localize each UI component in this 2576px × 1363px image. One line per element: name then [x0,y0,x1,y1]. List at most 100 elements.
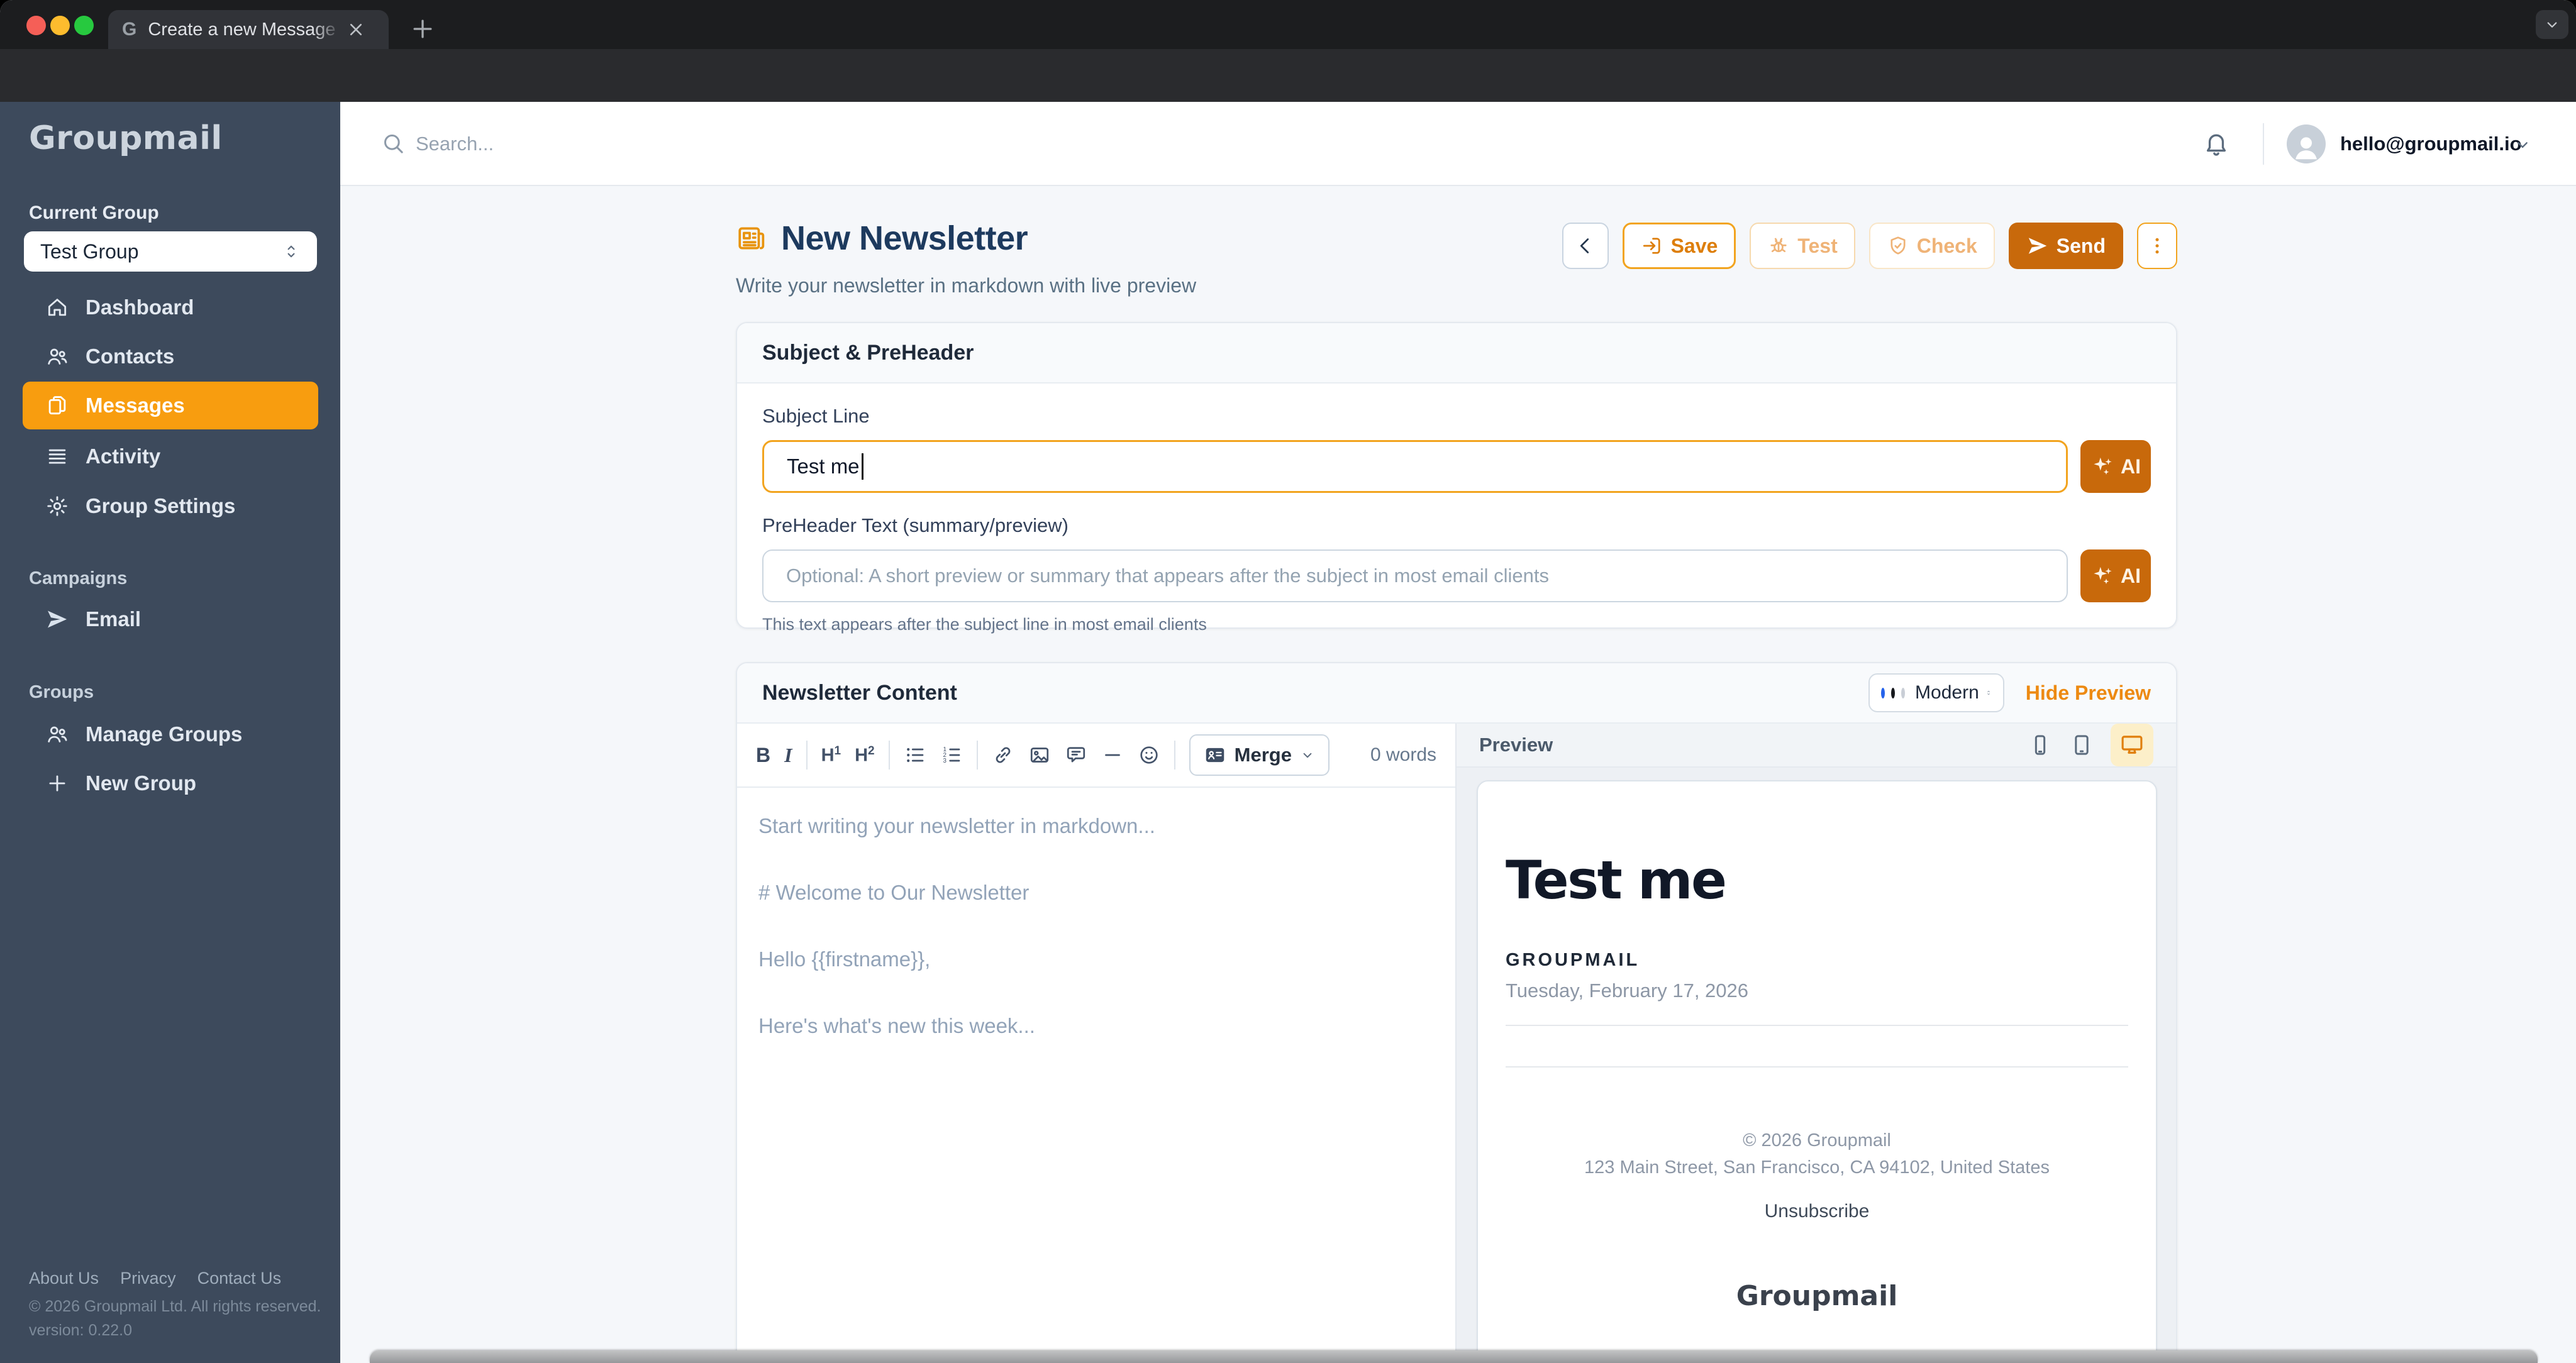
macos-zoom-button[interactable] [74,16,94,35]
bell-icon[interactable] [2202,130,2230,157]
sidebar-item-manage-groups[interactable]: Manage Groups [23,710,318,758]
emoji-icon[interactable] [1138,744,1160,766]
editor-placeholder-line: Start writing your newsletter in markdow… [758,814,1155,837]
privacy-link[interactable]: Privacy [120,1269,176,1288]
sparkles-icon [2090,455,2114,478]
search-input[interactable] [414,123,1169,165]
chevron-down-icon [2543,15,2562,34]
editor-placeholder-line: Here's what's new this week... [758,1014,1035,1037]
browser-tabstrip: G Create a new Message | Groupmail [0,0,2576,49]
editor-toolbar: B I H1 H2 Merge 0 words [737,724,1455,788]
markdown-editor[interactable]: Start writing your newsletter in markdow… [737,788,1455,1362]
account-email[interactable]: hello@groupmail.io [2340,102,2522,186]
desktop-preview-button[interactable] [2111,724,2153,766]
group-select[interactable]: Test Group [24,231,317,272]
preview-heading: Test me [1506,849,1727,911]
subject-card-header: Subject & PreHeader [737,323,2176,384]
topbar-divider [2263,123,2264,165]
app-logo[interactable]: Groupmail [29,119,223,157]
monitor-icon [2119,732,2145,758]
person-icon [2289,130,2323,163]
sidebar-item-label: Activity [86,444,161,468]
ai-button-label: AI [2121,564,2141,587]
editor-column: B I H1 H2 Merge 0 words Start writing yo… [737,724,1455,1362]
save-button[interactable]: Save [1622,223,1736,269]
newsletter-content-card: Newsletter Content Modern Hide Preview B… [736,662,2177,1363]
sidebar-item-label: New Group [86,771,197,795]
phone-preview-icon[interactable] [2028,732,2053,758]
hide-preview-link[interactable]: Hide Preview [2026,682,2151,705]
sidebar-item-contacts[interactable]: Contacts [23,333,318,380]
heading1-button[interactable]: H1 [821,744,841,766]
shield-check-icon [1887,235,1909,257]
horizontal-rule-icon[interactable] [1101,744,1124,766]
users-icon [45,345,69,368]
save-icon [1641,235,1663,257]
editor-placeholder-line: # Welcome to Our Newsletter [758,881,1030,904]
sidebar-item-label: Dashboard [86,295,194,319]
tablet-preview-icon[interactable] [2069,732,2094,758]
preview-footer-logo: Groupmail [1736,1280,1898,1312]
tab-close-icon[interactable] [345,19,367,40]
preheader-input[interactable] [762,549,2068,602]
sidebar-item-group-settings[interactable]: Group Settings [23,482,318,530]
italic-button[interactable]: I [784,744,792,767]
unsubscribe-link[interactable]: Unsubscribe [1506,1201,2128,1222]
subject-ai-button[interactable]: AI [2080,440,2151,493]
avatar[interactable] [2287,124,2326,163]
toolbar-divider [1174,741,1175,770]
more-actions-button[interactable] [2137,223,2177,269]
preview-footer-address: 123 Main Street, San Francisco, CA 94102… [1584,1157,2050,1178]
bug-icon [1767,235,1790,257]
preview-divider [1506,1025,2128,1026]
preview-date: Tuesday, February 17, 2026 [1506,979,1749,1002]
sidebar-item-email[interactable]: Email [23,595,318,643]
sidebar-item-label: Email [86,607,142,631]
sidebar-item-label: Contacts [86,345,175,368]
link-icon[interactable] [992,744,1014,766]
account-chevron-icon[interactable] [2512,135,2533,155]
subject-input[interactable]: Test me [762,440,2068,493]
back-button[interactable] [1562,223,1609,269]
content-card-title: Newsletter Content [762,680,957,705]
check-button[interactable]: Check [1868,223,1995,269]
send-button[interactable]: Send [2008,223,2123,269]
toolbar-divider [888,741,890,770]
macos-minimize-button[interactable] [50,16,70,35]
test-button[interactable]: Test [1750,223,1855,269]
send-icon [45,607,69,631]
sidebar-item-dashboard[interactable]: Dashboard [23,284,318,331]
sidebar-item-messages[interactable]: Messages [23,382,318,429]
sparkles-icon [2090,564,2114,588]
contact-us-link[interactable]: Contact Us [197,1269,282,1288]
macos-close-button[interactable] [26,16,46,35]
editor-placeholder-line: Hello {{firstname}}, [758,947,931,971]
plus-icon [45,771,69,795]
page-title: New Newsletter [781,219,1028,257]
ordered-list-icon[interactable] [940,744,963,766]
search-icon [380,131,406,156]
quote-bubble-icon[interactable] [1065,744,1087,766]
merge-button[interactable]: Merge [1189,734,1330,776]
tab-search-button[interactable] [2536,10,2568,39]
check-button-label: Check [1916,234,1977,257]
bold-button[interactable]: B [756,744,770,767]
theme-select[interactable]: Modern [1868,673,2004,712]
sidebar-item-new-group[interactable]: New Group [23,759,318,807]
new-tab-icon[interactable] [409,15,436,43]
paper-plane-icon [2026,235,2049,257]
contact-card-icon [1203,743,1227,767]
sidebar-item-activity[interactable]: Activity [23,433,318,480]
bullet-list-icon[interactable] [904,744,926,766]
subject-card: Subject & PreHeader Subject Line Test me… [736,322,2177,634]
current-group-label: Current Group [29,202,159,223]
preheader-ai-button[interactable]: AI [2080,549,2151,602]
about-us-link[interactable]: About Us [29,1269,99,1288]
browser-tab[interactable]: G Create a new Message | Groupmail [108,10,389,49]
heading2-button[interactable]: H2 [855,744,875,766]
image-icon[interactable] [1028,744,1051,766]
theme-dot-gray [1901,687,1906,698]
topbar: hello@groupmail.io [340,102,2576,186]
preheader-label: PreHeader Text (summary/preview) [762,514,1069,536]
groups-section-label: Groups [29,682,94,702]
